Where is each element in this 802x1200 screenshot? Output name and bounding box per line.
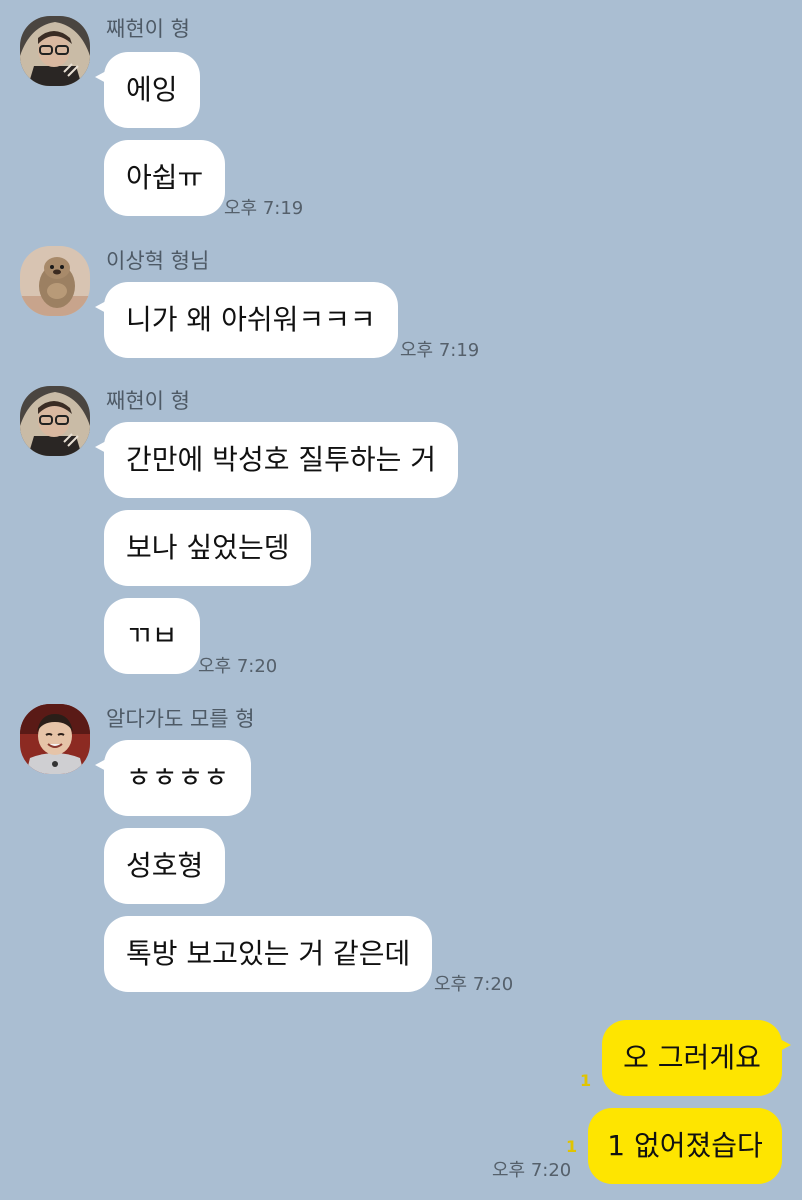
message-timestamp: 오후 7:20 — [198, 656, 278, 677]
unread-count: 1 — [566, 1137, 578, 1156]
message-timestamp: 오후 7:20 — [492, 1160, 572, 1181]
message-bubble[interactable]: ㄲㅂ — [104, 598, 200, 674]
sender-name: 이상혁 형님 — [106, 249, 210, 273]
avatar-jjaehyun[interactable] — [20, 16, 90, 86]
profile-photo-icon — [20, 16, 90, 86]
message-bubble[interactable]: 성호형 — [104, 828, 226, 904]
message-timestamp: 오후 7:19 — [224, 198, 304, 219]
message-bubble[interactable]: ㅎㅎㅎㅎ — [94, 740, 252, 816]
outgoing-message-bubble[interactable]: 오 그러게요 — [602, 1020, 791, 1096]
profile-photo-icon — [20, 704, 90, 774]
avatar-lee-sanghyeok[interactable] — [20, 246, 90, 316]
message-bubble[interactable]: 에잉 — [95, 52, 200, 128]
sender-name: 째현이 형 — [106, 389, 190, 413]
message-bubble[interactable]: 아쉽ㅠ — [104, 140, 226, 216]
message-timestamp: 오후 7:19 — [400, 340, 480, 361]
message-timestamp: 오후 7:20 — [434, 974, 514, 995]
unread-count: 1 — [580, 1071, 592, 1090]
message-bubble[interactable]: 니가 왜 아쉬워ㅋㅋㅋ — [95, 282, 398, 358]
profile-photo-icon — [20, 246, 90, 316]
sender-name: 째현이 형 — [106, 17, 190, 41]
avatar-aldagado[interactable] — [20, 704, 90, 774]
profile-photo-icon — [20, 386, 90, 456]
avatar-jjaehyun[interactable] — [20, 386, 90, 456]
outgoing-message-bubble[interactable]: 1 없어졌습다 — [588, 1108, 782, 1184]
sender-name: 알다가도 모를 형 — [106, 707, 255, 731]
message-bubble[interactable]: 톡방 보고있는 거 같은데 — [104, 916, 433, 992]
message-bubble[interactable]: 보나 싶었는뎅 — [104, 510, 312, 586]
message-bubble[interactable]: 간만에 박성호 질투하는 거 — [94, 422, 459, 498]
